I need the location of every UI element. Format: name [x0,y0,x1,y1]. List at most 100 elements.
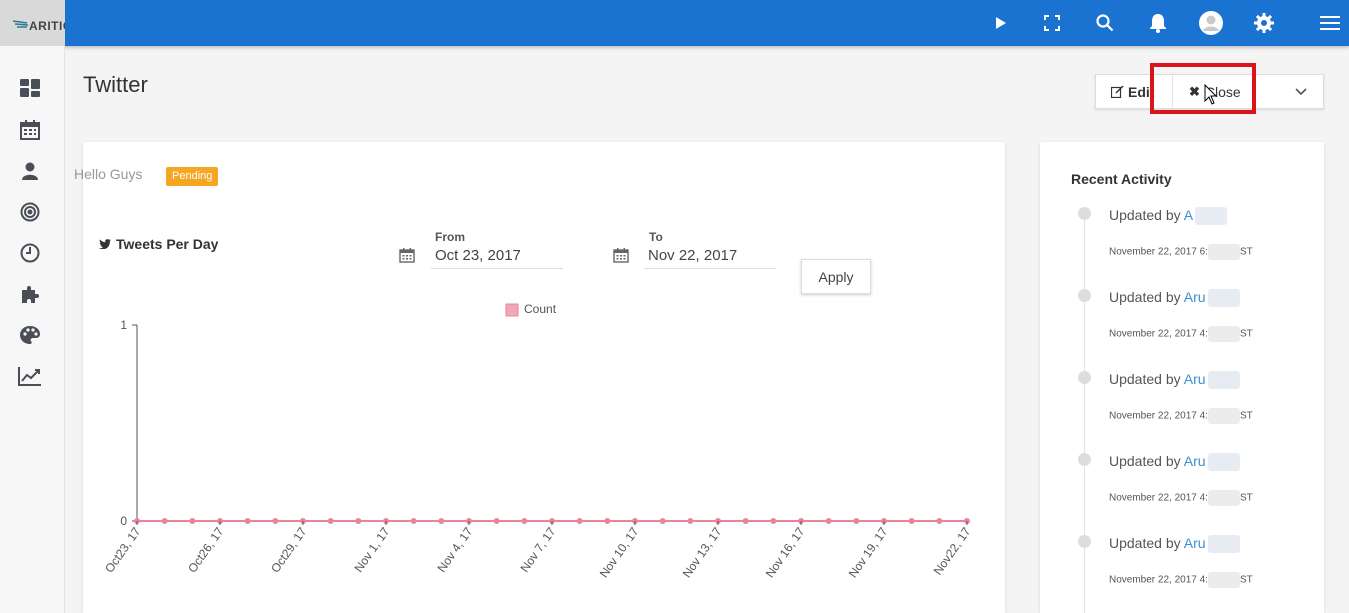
puzzle-icon[interactable] [18,282,42,306]
activity-date-tail: ST [1239,246,1253,258]
x-tick-label: Nov 16, 17 [763,524,808,580]
activity-date: November 22, 2017 4: ST [1109,490,1253,506]
menu-hamburger-icon[interactable] [1318,11,1342,35]
redacted-time [1207,490,1240,506]
activity-user-link[interactable]: Aru [1184,535,1206,551]
activity-prefix: Updated by [1109,535,1184,551]
fullscreen-icon[interactable] [1040,11,1064,35]
activity-item-text: Updated by A [1109,207,1228,226]
activity-date-tail: ST [1239,410,1253,422]
x-tick-label: Nov 7, 17 [518,524,559,574]
redacted-time [1207,244,1240,260]
play-icon[interactable] [988,11,1012,35]
activity-user-link[interactable]: Aru [1184,289,1206,305]
top-navbar: ARITIC [0,0,1349,46]
activity-dot [1078,453,1091,466]
to-date-input[interactable] [644,243,776,269]
target-icon[interactable] [18,200,42,224]
y-tick-label: 1 [120,318,127,332]
data-point [936,518,943,524]
chart-title: Tweets Per Day [99,236,218,252]
activity-date-tail: ST [1239,492,1253,504]
redacted-name [1207,453,1240,472]
data-point [244,518,251,524]
x-tick-label: Oct29, 17 [268,524,309,575]
activity-date: November 22, 2017 4: ST [1109,326,1253,342]
tweets-per-day-chart: Count 0 1 Oct23, 17 Oct26, 17 Oct29, 17 Nov 1,… [102,302,974,580]
data-point [410,518,417,524]
close-button-label: Close [1204,83,1241,100]
x-tick-label: Nov 1, 17 [352,524,393,574]
activity-item-text: Updated by Aru [1109,453,1240,472]
from-date-input[interactable] [431,243,563,269]
activity-date-tail: ST [1239,574,1253,586]
to-label: To [649,230,663,244]
data-point [687,518,694,524]
x-tick-label: Oct23, 17 [102,524,143,575]
data-point [355,518,362,524]
activity-prefix: Updated by [1109,207,1184,223]
data-point [770,518,777,524]
activity-user-link[interactable]: A [1184,207,1193,223]
user-avatar-icon[interactable] [1199,11,1223,35]
activity-date-text: November 22, 2017 4: [1109,328,1208,340]
activity-item-text: Updated by Aru [1109,371,1240,390]
palette-icon[interactable] [18,323,42,347]
toolbar-button-group: Edit ✖ Close [1095,74,1324,109]
twitter-bird-icon [99,239,111,249]
chevron-down-icon [1295,87,1307,95]
close-button[interactable]: ✖ Close [1172,75,1262,108]
redacted-time [1207,408,1240,424]
activity-item-text: Updated by Aru [1109,535,1240,554]
activity-user-link[interactable]: Aru [1184,371,1206,387]
redacted-name [1207,371,1240,390]
page-title: Twitter [83,72,148,97]
settings-gear-icon[interactable] [1252,11,1276,35]
app-logo[interactable]: ARITIC [0,0,65,46]
bell-icon[interactable] [1146,11,1170,35]
more-options-dropdown[interactable] [1278,75,1324,108]
data-point [853,518,860,524]
data-point [659,518,666,524]
calendar-icon[interactable] [18,118,42,142]
activity-date-text: November 22, 2017 6: [1109,246,1208,258]
activity-date-text: November 22, 2017 4: [1109,574,1208,586]
activity-dot [1078,371,1091,384]
x-tick-label: Nov 10, 17 [597,524,642,580]
redacted-name [1207,289,1240,308]
from-label: From [435,230,465,244]
dashboard-icon[interactable] [18,76,42,100]
data-point [825,518,832,524]
x-tick-label: Oct26, 17 [185,524,226,575]
data-point [742,518,749,524]
x-tick-label: Nov22, 17 [931,524,974,577]
activity-prefix: Updated by [1109,371,1184,387]
status-badge: Pending [166,167,219,186]
redacted-name [1195,207,1228,226]
legend-label: Count [524,302,557,316]
data-point [272,518,279,524]
data-point [521,518,528,524]
activity-user-link[interactable]: Aru [1184,453,1206,469]
redacted-time [1207,572,1240,588]
activity-dot [1078,289,1091,302]
activity-prefix: Updated by [1109,453,1184,469]
y-tick-label: 0 [120,514,127,528]
redacted-time [1207,326,1240,342]
legend-swatch [505,303,519,317]
activity-date: November 22, 2017 6: ST [1109,244,1253,260]
reports-chart-icon[interactable] [18,364,42,388]
chart-title-text: Tweets Per Day [116,236,219,252]
close-x-icon: ✖ [1189,83,1200,99]
activity-prefix: Updated by [1109,289,1184,305]
contacts-user-icon[interactable] [18,159,42,183]
data-point [161,518,168,524]
apply-button[interactable]: Apply [801,259,871,294]
clock-icon[interactable] [18,241,42,265]
edit-button[interactable]: Edit [1096,75,1166,108]
edit-pencil-icon [1111,85,1124,98]
search-icon[interactable] [1093,11,1117,35]
x-tick-label: Nov 13, 17 [680,524,725,580]
activity-date: November 22, 2017 4: ST [1109,572,1253,588]
edit-button-label: Edit [1128,83,1155,100]
